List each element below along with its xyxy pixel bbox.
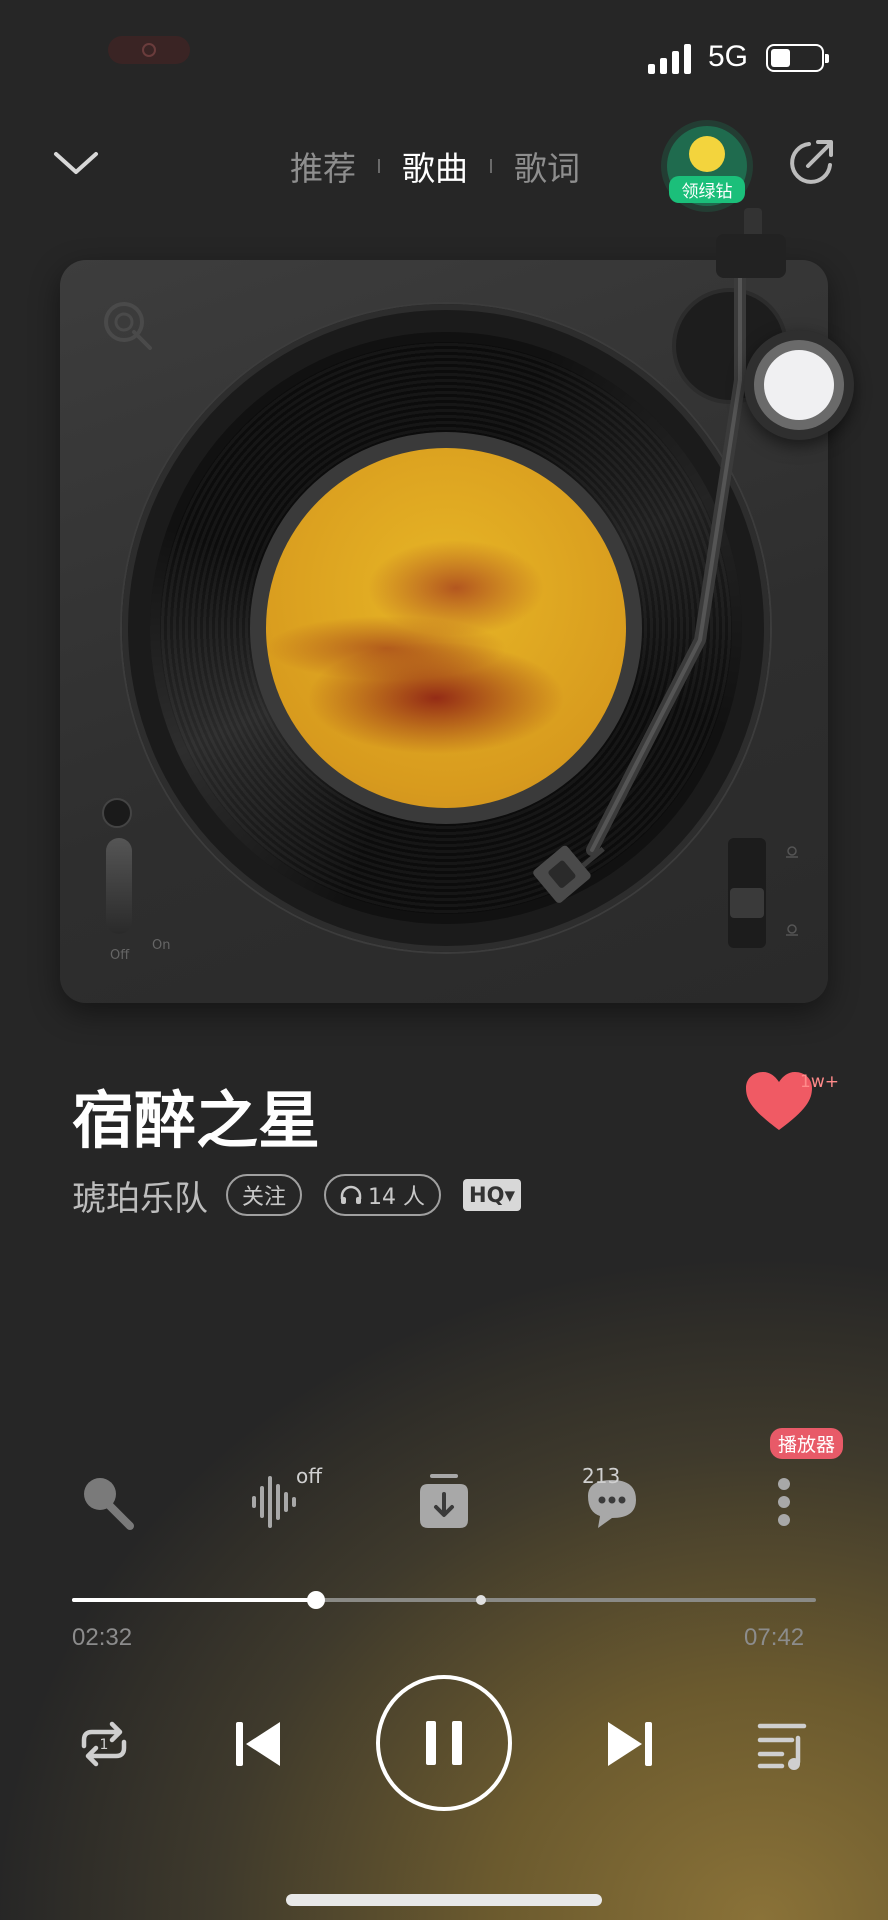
follow-button[interactable]: 关注 [226, 1174, 303, 1216]
total-time: 07:42 [744, 1624, 805, 1651]
download-button[interactable] [412, 1470, 476, 1534]
more-icon [778, 1478, 790, 1526]
headphones-icon [340, 1185, 362, 1204]
album-art [266, 448, 626, 808]
quality-selector[interactable]: HQ▾ [463, 1179, 521, 1211]
more-button[interactable] [752, 1470, 816, 1534]
listeners-button[interactable]: 14 人 [324, 1174, 442, 1216]
artist-name[interactable]: 琥珀乐队 [72, 1171, 208, 1220]
progress-marker [476, 1595, 487, 1605]
like-count: 1w+ [800, 1072, 839, 1092]
header-tabs: 推荐 歌曲 歌词 [290, 140, 580, 192]
speed-slider-knob[interactable] [730, 888, 764, 918]
speed-mark-icon [786, 924, 798, 936]
listeners-label: 14 人 [368, 1185, 426, 1210]
svg-text:1: 1 [100, 1737, 109, 1753]
download-icon [420, 1474, 468, 1528]
pause-button[interactable] [376, 1675, 512, 1811]
badge-label: 领绿钻 [669, 176, 745, 203]
song-meta: 琥珀乐队 关注 14 人 HQ▾ [72, 1171, 521, 1220]
lightning-icon [689, 136, 725, 172]
progress-thumb[interactable] [307, 1591, 326, 1609]
chevron-down-icon[interactable] [52, 140, 100, 188]
pause-icon [426, 1721, 436, 1765]
sound-effect-state: off [296, 1464, 323, 1488]
comment-count: 213 [582, 1464, 621, 1488]
tonearm-counterweight [716, 234, 786, 278]
playlist-icon[interactable] [752, 1712, 816, 1776]
power-switch-icon [102, 798, 132, 828]
home-indicator[interactable] [286, 1894, 602, 1906]
player-tag: 播放器 [770, 1428, 844, 1459]
current-time: 02:32 [72, 1624, 133, 1651]
song-title: 宿醉之星 [72, 1084, 321, 1157]
power-lever[interactable] [106, 838, 132, 934]
follow-label: 关注 [242, 1185, 287, 1210]
previous-icon[interactable] [226, 1712, 290, 1776]
next-icon[interactable] [598, 1712, 662, 1776]
tab-separator [490, 159, 492, 173]
tab-recommend[interactable]: 推荐 [290, 142, 356, 190]
speed-mark-icon [786, 846, 798, 858]
switch-off-label: Off [110, 948, 130, 963]
network-type: 5G [708, 40, 749, 73]
tab-song[interactable]: 歌曲 [402, 142, 468, 190]
tab-lyrics[interactable]: 歌词 [514, 142, 580, 190]
green-diamond-badge[interactable]: 领绿钻 [667, 126, 747, 206]
switch-on-label: On [152, 938, 171, 953]
share-icon[interactable] [786, 138, 836, 188]
progress-fill [72, 1598, 317, 1602]
pause-icon [452, 1721, 462, 1765]
qq-music-logo-icon [104, 302, 152, 350]
mic-icon [84, 1478, 134, 1530]
battery-icon [766, 44, 829, 72]
screen-record-indicator [108, 36, 190, 64]
tonearm-knob-center [764, 350, 834, 420]
karaoke-button[interactable] [76, 1470, 140, 1534]
signal-icon [648, 44, 691, 74]
tab-separator [378, 159, 380, 173]
repeat-icon[interactable]: 1 [72, 1712, 136, 1776]
